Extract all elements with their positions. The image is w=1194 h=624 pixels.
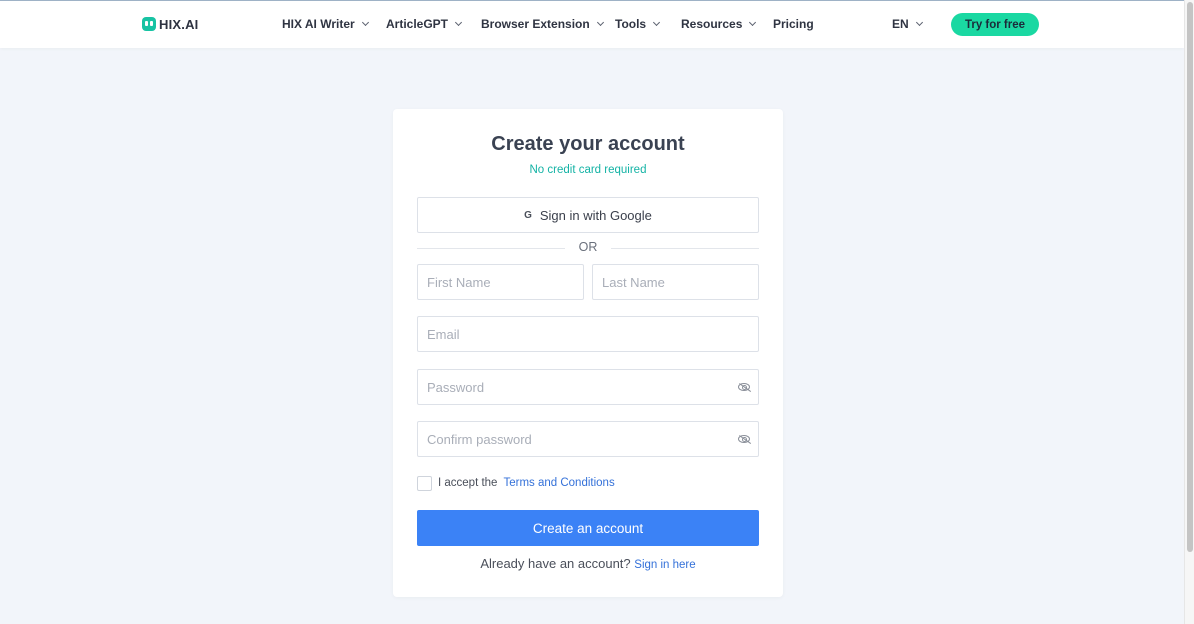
signin-row: Already have an account? Sign in here <box>393 556 783 571</box>
signin-link[interactable]: Sign in here <box>634 559 695 571</box>
top-navigation: HIX.AI HIX AI Writer ArticleGPT Browser … <box>0 1 1184 48</box>
signup-card: Create your account No credit card requi… <box>393 109 783 597</box>
scrollbar-thumb[interactable] <box>1187 2 1193 552</box>
terms-link[interactable]: Terms and Conditions <box>503 477 614 489</box>
page-title: Create your account <box>491 133 685 155</box>
chevron-down-icon <box>596 18 604 27</box>
chevron-down-icon <box>454 18 463 27</box>
nav-label: Tools <box>615 17 647 31</box>
terms-checkbox[interactable] <box>417 475 432 491</box>
or-divider: OR <box>417 240 759 256</box>
hix-logo-icon <box>142 17 156 31</box>
nav-label: Pricing <box>773 17 814 31</box>
divider-line-right <box>611 248 759 249</box>
try-for-free-button[interactable]: Try for free <box>951 13 1039 36</box>
nav-pricing[interactable]: Pricing <box>773 17 814 31</box>
nav-label: HIX AI Writer <box>282 17 355 31</box>
accept-text: I accept the <box>438 477 498 489</box>
last-name-field[interactable] <box>592 264 759 300</box>
nav-tools[interactable]: Tools <box>615 17 661 31</box>
subtitle: No credit card required <box>529 164 647 176</box>
nav-label: ArticleGPT <box>386 17 449 31</box>
chevron-down-icon <box>653 18 661 27</box>
chevron-down-icon <box>915 18 923 27</box>
google-icon: G <box>524 209 532 221</box>
create-account-button[interactable]: Create an account <box>417 510 759 546</box>
eye-slash-icon[interactable] <box>738 435 750 443</box>
nav-hix-ai-writer[interactable]: HIX AI Writer <box>282 17 369 31</box>
or-text: OR <box>578 240 598 254</box>
first-name-field[interactable] <box>417 264 584 300</box>
language-selector[interactable]: EN <box>892 17 923 31</box>
language-label: EN <box>892 17 909 31</box>
chevron-down-icon <box>749 18 757 27</box>
nav-resources[interactable]: Resources <box>681 17 757 31</box>
google-signin-label: Sign in with Google <box>539 207 652 223</box>
chevron-down-icon <box>361 18 369 27</box>
have-account-text: Already have an account? <box>480 556 631 571</box>
email-field[interactable] <box>417 316 759 352</box>
google-signin-button[interactable]: G Sign in with Google <box>417 197 759 233</box>
nav-label: Resources <box>681 17 743 31</box>
password-field[interactable] <box>417 369 759 405</box>
terms-row: I accept the Terms and Conditions <box>417 475 615 491</box>
nav-articlegpt[interactable]: ArticleGPT <box>386 17 463 31</box>
hix-logo[interactable]: HIX.AI <box>142 16 198 32</box>
page-scrollbar[interactable] <box>1184 0 1194 624</box>
logo-text: HIX.AI <box>159 16 199 32</box>
confirm-password-field[interactable] <box>417 421 759 457</box>
nav-browser-extension[interactable]: Browser Extension <box>481 17 604 31</box>
nav-label: Browser Extension <box>481 17 590 31</box>
eye-slash-icon[interactable] <box>738 383 750 391</box>
